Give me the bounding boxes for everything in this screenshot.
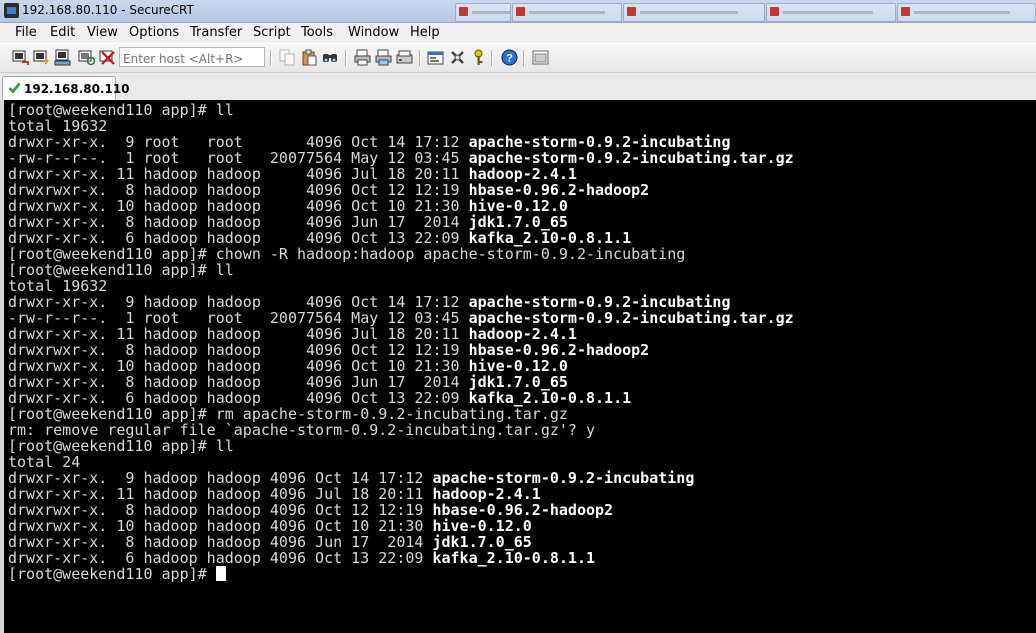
menu-help[interactable]: Help (410, 25, 440, 40)
disconnect-icon[interactable] (99, 49, 116, 66)
terminal-line: total 24 (8, 454, 794, 470)
svg-text:?: ? (506, 53, 513, 65)
keygen-icon[interactable] (532, 49, 549, 66)
terminal-line: drwxr-xr-x. 8 hadoop hadoop 4096 Jun 17 … (8, 374, 794, 390)
menu-edit[interactable]: Edit (50, 25, 75, 40)
host-input[interactable] (120, 50, 266, 68)
terminal-line: drwxrwxr-x. 8 hadoop hadoop 4096 Oct 12 … (8, 182, 794, 198)
terminal-line: [root@weekend110 app]# ll (8, 102, 794, 118)
background-window-tab[interactable] (766, 3, 896, 22)
session-tab-label: 192.168.80.110 (24, 82, 130, 96)
print-icon[interactable] (354, 49, 371, 66)
blurred-title (914, 11, 1010, 14)
background-window-tab[interactable] (455, 3, 511, 22)
terminal-lines: [root@weekend110 app]# ll total 19632 drwx… (8, 102, 794, 582)
terminal-line: drwxrwxr-x. 8 hadoop hadoop 4096 Oct 12 … (8, 502, 794, 518)
blurred-title (783, 11, 873, 14)
terminal-line: drwxr-xr-x. 9 hadoop hadoop 4096 Oct 14 … (8, 470, 794, 486)
menu-script[interactable]: Script (253, 25, 291, 40)
terminal-line: [root@weekend110 app]# (8, 566, 794, 582)
terminal-line: drwxrwxr-x. 10 hadoop hadoop 4096 Oct 10… (8, 358, 794, 374)
terminal-line: [root@weekend110 app]# rm apache-storm-0… (8, 406, 794, 422)
terminal-line: drwxr-xr-x. 8 hadoop hadoop 4096 Jun 17 … (8, 214, 794, 230)
help-icon[interactable]: ? (501, 49, 518, 66)
session-options-icon[interactable] (427, 49, 444, 66)
copy-icon[interactable] (279, 49, 296, 66)
menu-transfer[interactable]: Transfer (190, 25, 242, 40)
app-icon (627, 7, 636, 16)
terminal-line: -rw-r--r--. 1 root root 20077564 May 12 … (8, 150, 794, 166)
toolbar: ? (0, 44, 1036, 73)
check-icon (8, 82, 21, 94)
paste-icon[interactable] (301, 49, 318, 66)
terminal-line: drwxr-xr-x. 9 hadoop hadoop 4096 Oct 14 … (8, 294, 794, 310)
toolbar-separator (270, 50, 272, 66)
host-input-box[interactable] (119, 47, 266, 68)
terminal-line: [root@weekend110 app]# ll (8, 438, 794, 454)
window-title: 192.168.80.110 - SecureCRT (22, 3, 194, 17)
title-bar[interactable]: 192.168.80.110 - SecureCRT (0, 0, 1036, 23)
securecrt-app-icon (4, 3, 19, 18)
terminal-line: [root@weekend110 app]# ll (8, 262, 794, 278)
terminal-line: total 19632 (8, 278, 794, 294)
terminal-line: drwxr-xr-x. 9 root root 4096 Oct 14 17:1… (8, 134, 794, 150)
terminal-line: drwxr-xr-x. 11 hadoop hadoop 4096 Jul 18… (8, 166, 794, 182)
menu-bar: File Edit View Options Transfer Script T… (0, 23, 1036, 43)
keymap-icon[interactable] (470, 49, 487, 66)
background-window-tab[interactable] (623, 3, 765, 22)
terminal-line: drwxr-xr-x. 11 hadoop hadoop 4096 Jul 18… (8, 486, 794, 502)
terminal-line: drwxr-xr-x. 6 hadoop hadoop 4096 Oct 13 … (8, 390, 794, 406)
terminal-line: drwxr-xr-x. 8 hadoop hadoop 4096 Jun 17 … (8, 534, 794, 550)
app-icon (901, 7, 910, 16)
terminal-output[interactable]: [root@weekend110 app]# ll total 19632 drwx… (4, 100, 1036, 633)
print-selection-icon[interactable] (375, 49, 392, 66)
blurred-title (472, 11, 510, 14)
print-setup-icon[interactable] (396, 49, 413, 66)
connect-in-tab-icon[interactable] (54, 49, 71, 66)
terminal-cursor (215, 566, 226, 581)
terminal-line: drwxr-xr-x. 6 hadoop hadoop 4096 Oct 13 … (8, 230, 794, 246)
terminal-line: drwxr-xr-x. 6 hadoop hadoop 4096 Oct 13 … (8, 550, 794, 566)
menu-tools[interactable]: Tools (301, 25, 333, 40)
toolbar-separator (491, 50, 493, 66)
background-window-tab[interactable] (512, 3, 622, 22)
terminal-line: -rw-r--r--. 1 root root 20077564 May 12 … (8, 310, 794, 326)
file-name: kafka_2.10-0.8.1.1 (432, 549, 596, 567)
app-icon (770, 7, 779, 16)
menu-file[interactable]: File (15, 25, 37, 40)
app-icon (516, 7, 525, 16)
toolbar-separator (419, 50, 421, 66)
reconnect-icon[interactable] (78, 49, 95, 66)
terminal-line: [root@weekend110 app]# chown -R hadoop:h… (8, 246, 794, 262)
terminal-line-text: [root@weekend110 app]# (8, 565, 216, 583)
blurred-title (529, 11, 605, 14)
menu-view[interactable]: View (87, 25, 118, 40)
app-icon (459, 7, 468, 16)
terminal-line: drwxrwxr-x. 10 hadoop hadoop 4096 Oct 10… (8, 198, 794, 214)
session-tab[interactable]: 192.168.80.110 (2, 76, 130, 100)
global-options-icon[interactable] (449, 49, 466, 66)
toolbar-separator (523, 50, 525, 66)
terminal-line: drwxr-xr-x. 11 hadoop hadoop 4096 Jul 18… (8, 326, 794, 342)
menu-options[interactable]: Options (129, 25, 179, 40)
background-window-tab[interactable] (897, 3, 1036, 22)
blurred-title (640, 11, 738, 14)
toolbar-separator (345, 50, 347, 66)
terminal-line: total 19632 (8, 118, 794, 134)
find-icon[interactable] (322, 49, 339, 66)
quick-connect-icon[interactable] (33, 49, 50, 66)
terminal-line: drwxrwxr-x. 10 hadoop hadoop 4096 Oct 10… (8, 518, 794, 534)
menu-window[interactable]: Window (348, 25, 399, 40)
session-tab-strip: 192.168.80.110 (0, 73, 1036, 101)
terminal-line: rm: remove regular file `apache-storm-0.… (8, 422, 794, 438)
connect-icon[interactable] (12, 49, 29, 66)
terminal-line: drwxrwxr-x. 8 hadoop hadoop 4096 Oct 12 … (8, 342, 794, 358)
